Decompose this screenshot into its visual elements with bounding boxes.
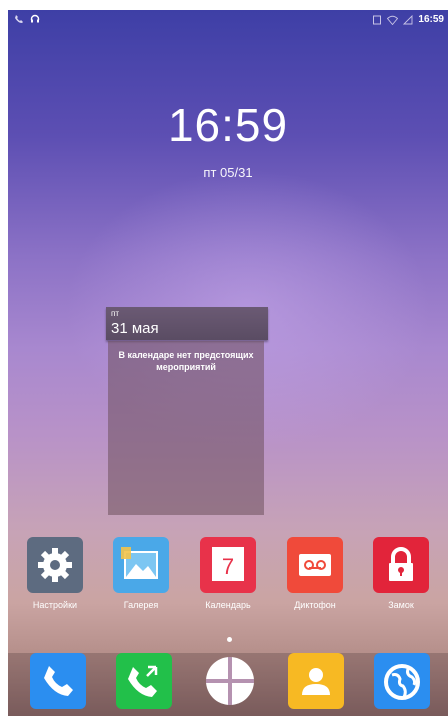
call-log-icon[interactable] xyxy=(116,653,172,709)
calendar-widget-header[interactable]: пт 31 мая xyxy=(106,307,268,340)
calendar-icon-badge: 7 xyxy=(222,554,234,579)
sim-icon xyxy=(373,15,382,24)
dock xyxy=(8,653,448,716)
app-settings[interactable]: Настройки xyxy=(20,537,90,610)
clock-date: пт 05/31 xyxy=(203,165,253,180)
settings-icon[interactable] xyxy=(27,537,83,593)
browser-icon[interactable] xyxy=(374,653,430,709)
app-lock[interactable]: Замок xyxy=(366,537,436,610)
app-label: Диктофон xyxy=(294,600,336,610)
calendar-day-of-week: пт xyxy=(111,309,119,318)
app-label: Замок xyxy=(388,600,414,610)
gallery-icon[interactable] xyxy=(113,537,169,593)
missed-call-icon xyxy=(15,15,23,23)
lock-icon[interactable] xyxy=(373,537,429,593)
headset-icon xyxy=(30,14,40,23)
phone-icon[interactable] xyxy=(30,653,86,709)
recorder-icon[interactable] xyxy=(287,537,343,593)
app-recorder[interactable]: Диктофон xyxy=(280,537,350,610)
calendar-widget[interactable]: пт 31 мая В календаре нет предстоящих ме… xyxy=(106,307,268,515)
status-time: 16:59 xyxy=(418,14,444,25)
page-indicator xyxy=(227,637,232,642)
app-gallery[interactable]: Галерея xyxy=(106,537,176,610)
clock-time: 16:59 xyxy=(167,99,289,151)
calendar-date: 31 мая xyxy=(111,320,159,337)
app-label: Настройки xyxy=(32,600,78,610)
home-screen: 16:59 16:59 пт 05/31 пт 31 мая В календа… xyxy=(8,10,448,716)
app-label: Галерея xyxy=(123,600,159,610)
wifi-icon xyxy=(387,15,399,25)
app-row: Настройки Галерея 7 Календарь Диктофон З… xyxy=(8,537,448,627)
app-calendar[interactable]: 7 Календарь xyxy=(193,537,263,610)
signal-icon xyxy=(403,14,413,24)
calendar-icon[interactable]: 7 xyxy=(200,537,256,593)
status-bar: 16:59 xyxy=(8,10,448,32)
calendar-widget-body[interactable]: В календаре нет предстоящих мероприятий xyxy=(108,341,264,515)
calendar-empty-message: В календаре нет предстоящих мероприятий xyxy=(118,350,254,372)
contacts-icon[interactable] xyxy=(288,653,344,709)
app-label: Календарь xyxy=(205,600,251,610)
app-drawer-icon[interactable] xyxy=(202,653,258,709)
